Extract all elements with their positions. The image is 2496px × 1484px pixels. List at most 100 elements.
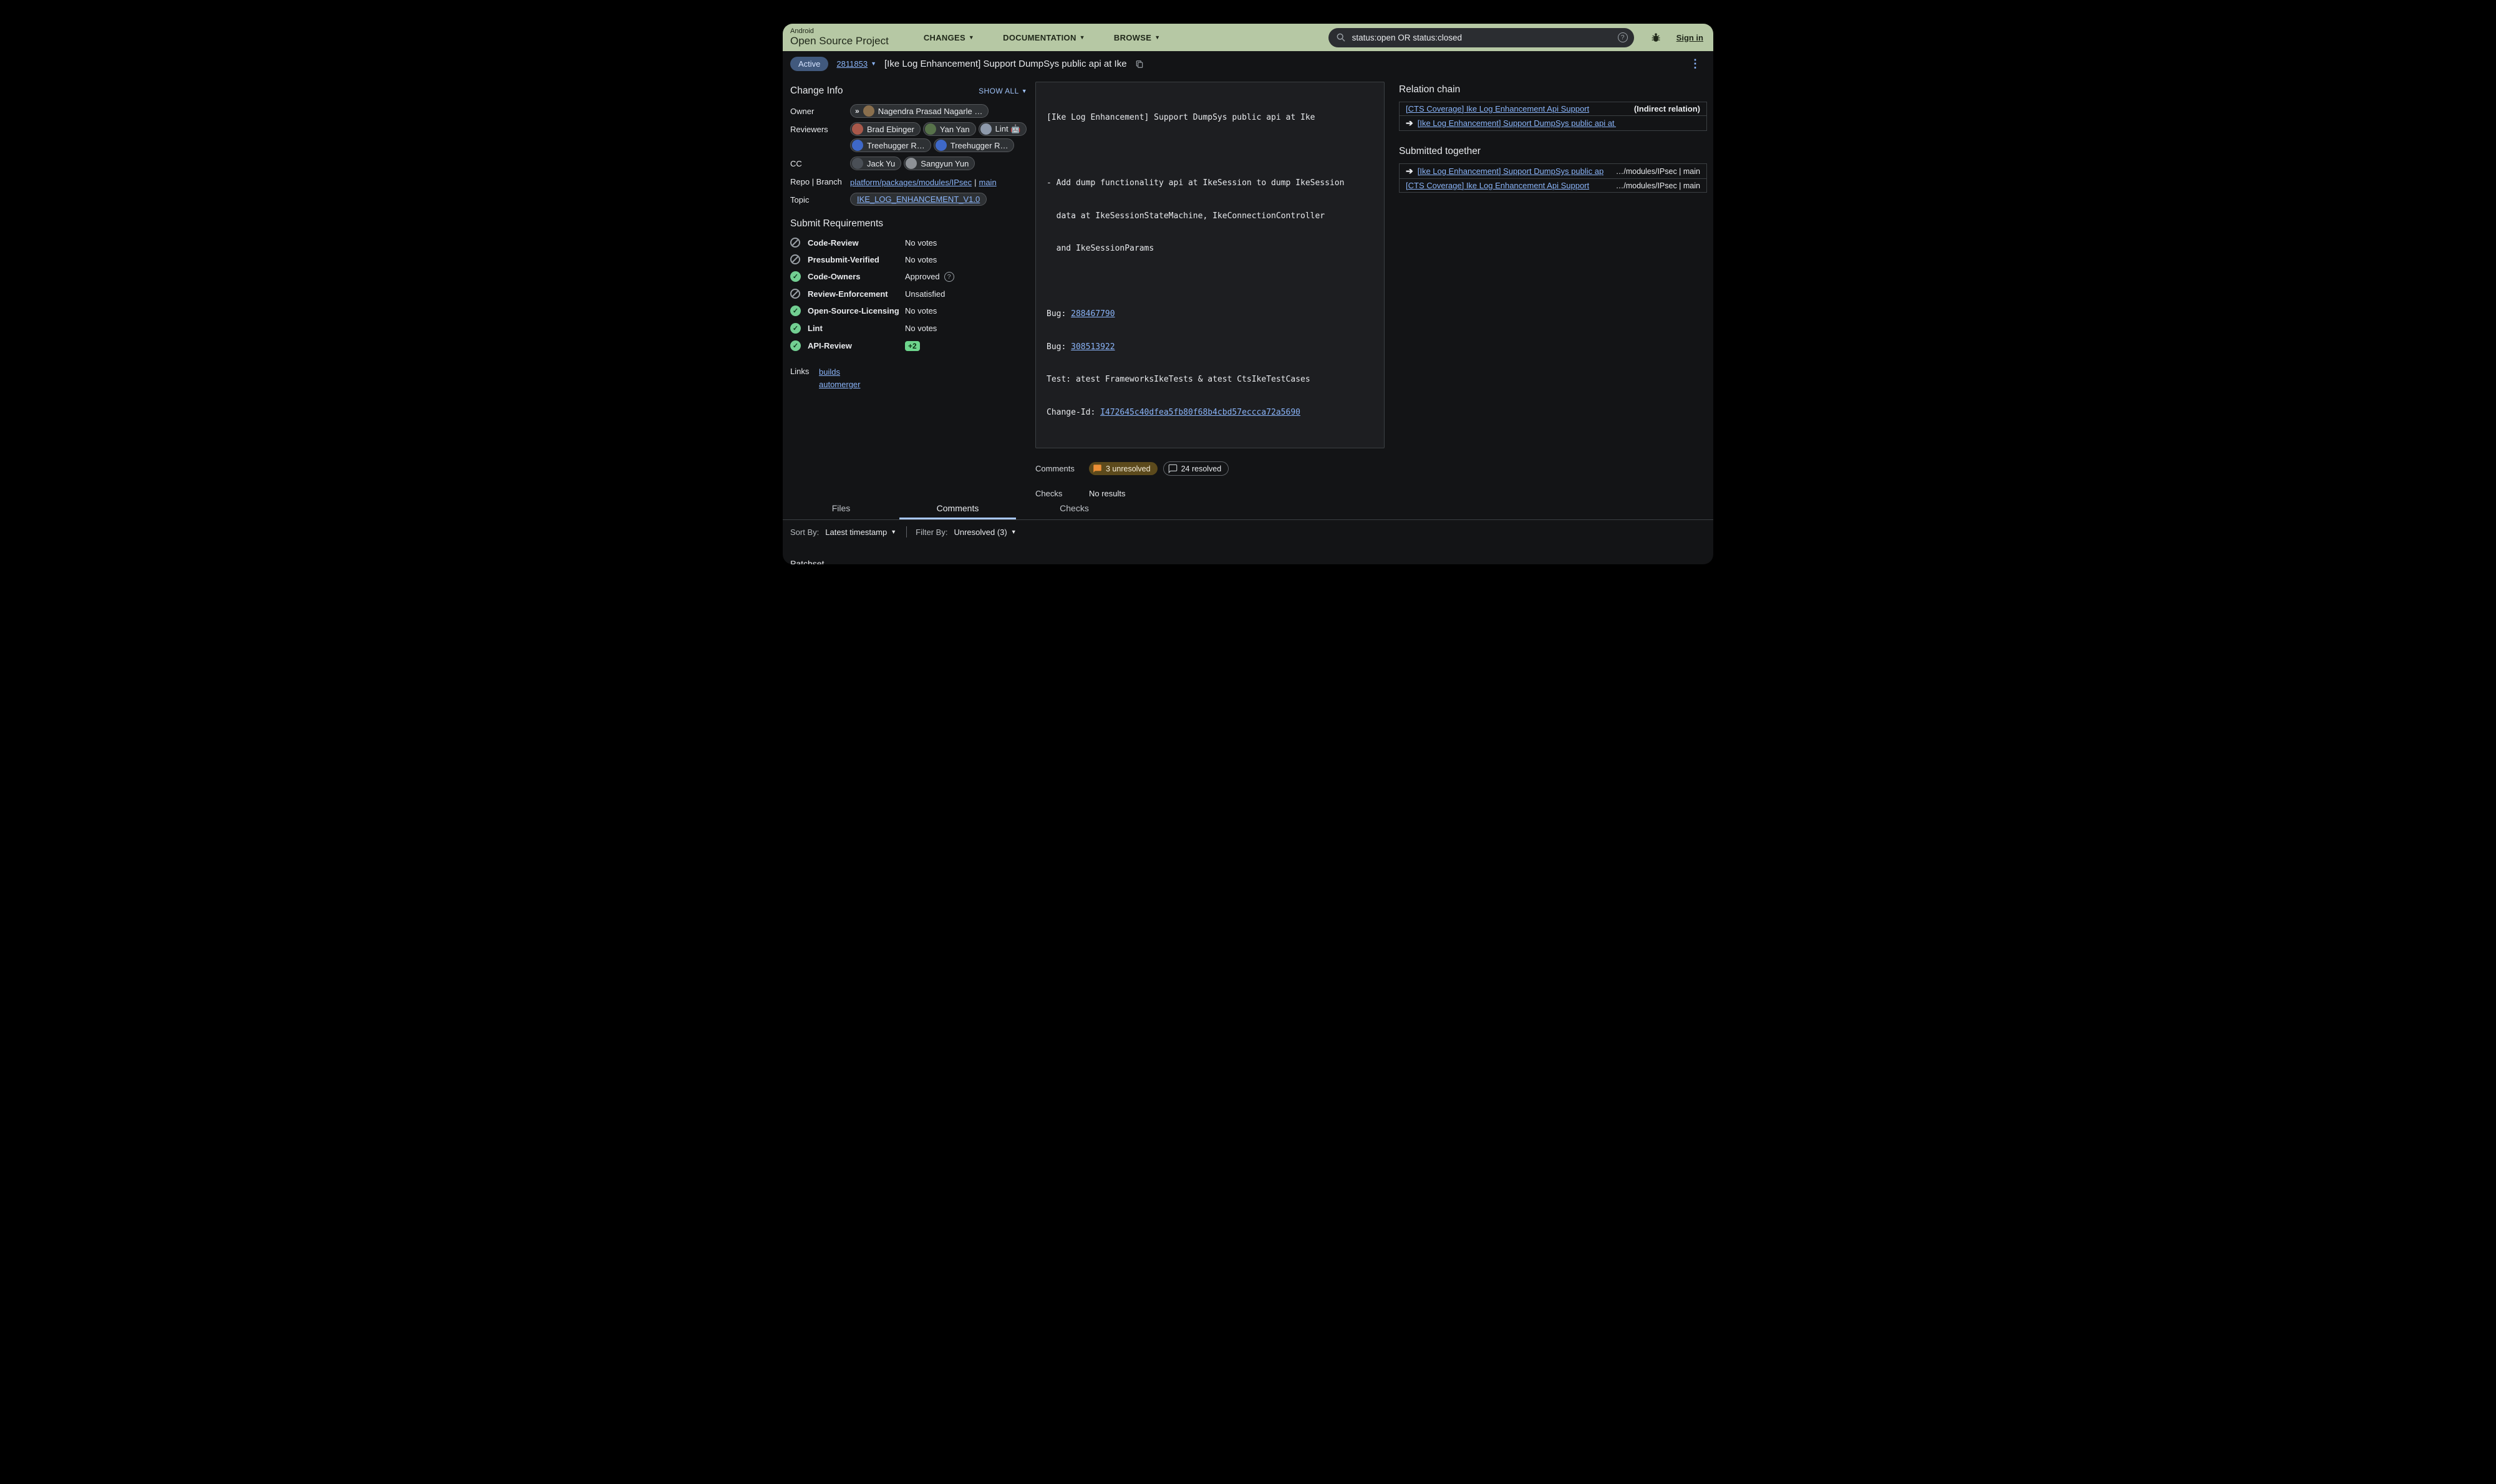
- requirement-row[interactable]: Open-Source-Licensing No votes: [790, 306, 1027, 316]
- nav-browse-label: BROWSE: [1114, 33, 1151, 42]
- resolved-comments-chip[interactable]: 24 resolved: [1163, 461, 1229, 476]
- requirement-status: Approved: [905, 272, 940, 281]
- change-view-main: Change Info SHOW ALL ▼ Owner » Nagendra …: [783, 77, 1713, 498]
- unresolved-chat-icon: [1093, 464, 1102, 473]
- blocked-icon: [790, 254, 800, 264]
- current-change-link[interactable]: [Ike Log Enhancement] Support DumpSys pu…: [1418, 118, 1616, 128]
- bug-link[interactable]: 288467790: [1071, 309, 1115, 319]
- nav-changes[interactable]: CHANGES ▼: [924, 33, 974, 42]
- bug-link[interactable]: 308513922: [1071, 342, 1115, 352]
- reviewer-chip[interactable]: Yan Yan: [923, 122, 976, 136]
- avatar: [925, 123, 936, 135]
- branch-link[interactable]: main: [979, 178, 997, 187]
- main-nav: CHANGES ▼ DOCUMENTATION ▼ BROWSE ▼: [924, 33, 1161, 42]
- resolved-chat-icon: [1168, 464, 1178, 473]
- links-section: Links builds automerger: [790, 366, 1027, 391]
- tab-comments[interactable]: Comments: [899, 498, 1016, 519]
- automerger-link[interactable]: automerger: [819, 378, 860, 391]
- owner-chip[interactable]: » Nagendra Prasad Nagarle …: [850, 104, 989, 118]
- related-change-link[interactable]: [CTS Coverage] Ike Log Enhancement Api S…: [1406, 104, 1589, 113]
- avatar: [906, 158, 917, 169]
- cc-chip[interactable]: Jack Yu: [850, 157, 901, 170]
- requirement-row[interactable]: Lint No votes: [790, 323, 1027, 334]
- submitted-together-row-current: ➔ [Ike Log Enhancement] Support DumpSys …: [1400, 164, 1706, 178]
- requirement-status: No votes: [905, 306, 937, 316]
- reviewer-chip[interactable]: Brad Ebinger: [850, 122, 921, 136]
- nav-browse[interactable]: BROWSE ▼: [1114, 33, 1161, 42]
- cc-label: CC: [790, 157, 850, 170]
- checks-summary-row: Checks No results: [1035, 489, 1385, 498]
- change-info-heading: Change Info: [790, 85, 843, 97]
- current-change-arrow-icon: ➔: [1406, 166, 1413, 176]
- bug-label: Bug:: [1047, 342, 1071, 352]
- chevron-down-icon: ▼: [969, 35, 974, 41]
- filter-dropdown[interactable]: Unresolved (3) ▼: [954, 528, 1016, 537]
- change-number-link[interactable]: 2811853: [836, 59, 868, 69]
- bug-report-icon[interactable]: [1650, 32, 1662, 43]
- repo-link[interactable]: platform/packages/modules/IPsec: [850, 178, 972, 187]
- search-bar[interactable]: ?: [1328, 28, 1634, 47]
- submitted-together-link[interactable]: [Ike Log Enhancement] Support DumpSys pu…: [1418, 166, 1604, 176]
- tab-bar: Files Comments Checks: [783, 498, 1713, 520]
- requirement-row[interactable]: Code-Review No votes: [790, 238, 1027, 248]
- requirement-label: Review-Enforcement: [808, 289, 905, 299]
- comments-toolbar: Sort By: Latest timestamp ▼ Filter By: U…: [783, 520, 1713, 542]
- gerrit-window: Android Open Source Project CHANGES ▼ DO…: [783, 24, 1713, 564]
- unresolved-count: 3 unresolved: [1106, 465, 1151, 473]
- reviewer-chip[interactable]: Treehugger R…: [934, 138, 1015, 152]
- submitted-together-repo: …/modules/IPsec | main: [1610, 167, 1700, 176]
- requirement-row[interactable]: Presubmit-Verified No votes: [790, 254, 1027, 264]
- check-circle-icon: [790, 323, 801, 334]
- change-header: Active 2811853 ▼ [Ike Log Enhancement] S…: [783, 51, 1713, 77]
- chevron-down-icon: ▼: [1022, 89, 1027, 94]
- vote-chip[interactable]: +2: [905, 341, 920, 351]
- requirement-row[interactable]: Code-Owners Approved ?: [790, 271, 1027, 282]
- requirement-label: API-Review: [808, 341, 905, 350]
- tab-checks[interactable]: Checks: [1016, 498, 1133, 519]
- nav-documentation[interactable]: DOCUMENTATION ▼: [1003, 33, 1085, 42]
- requirement-label: Presubmit-Verified: [808, 255, 905, 264]
- requirement-status: No votes: [905, 238, 937, 248]
- desktop-background: Android Open Source Project CHANGES ▼ DO…: [759, 0, 1737, 581]
- change-id-link[interactable]: I472645c40dfea5fb80f68b4cbd57eccca72a569…: [1100, 408, 1300, 417]
- requirement-row[interactable]: API-Review +2: [790, 340, 1027, 351]
- sort-by-label: Sort By:: [790, 528, 819, 537]
- unresolved-comments-chip[interactable]: 3 unresolved: [1089, 462, 1158, 475]
- cc-chip[interactable]: Sangyun Yun: [904, 157, 975, 170]
- requirement-row[interactable]: Review-Enforcement Unsatisfied: [790, 289, 1027, 299]
- copy-icon[interactable]: [1135, 59, 1144, 69]
- resolved-count: 24 resolved: [1181, 465, 1222, 473]
- builds-link[interactable]: builds: [819, 366, 860, 378]
- chevron-down-icon: ▼: [871, 61, 876, 67]
- change-number-dropdown[interactable]: 2811853 ▼: [836, 59, 876, 69]
- search-input[interactable]: [1351, 32, 1618, 43]
- nav-changes-label: CHANGES: [924, 33, 965, 42]
- brand-line2: Open Source Project: [790, 36, 889, 47]
- search-help-icon[interactable]: ?: [1618, 32, 1628, 42]
- brand-logo[interactable]: Android Open Source Project: [790, 28, 889, 46]
- topic-chip[interactable]: IKE_LOG_ENHANCEMENT_V1.0: [850, 193, 987, 206]
- requirement-label: Open-Source-Licensing: [808, 306, 905, 316]
- help-icon[interactable]: ?: [944, 272, 954, 282]
- submitted-together-row: [CTS Coverage] Ike Log Enhancement Api S…: [1400, 178, 1706, 192]
- sort-dropdown[interactable]: Latest timestamp ▼: [825, 528, 896, 537]
- app-header: Android Open Source Project CHANGES ▼ DO…: [783, 24, 1713, 51]
- owner-name: Nagendra Prasad Nagarle …: [878, 107, 983, 116]
- submitted-together-link[interactable]: [CTS Coverage] Ike Log Enhancement Api S…: [1406, 181, 1589, 190]
- overflow-menu-icon[interactable]: ⋮: [1687, 57, 1703, 70]
- topic-link[interactable]: IKE_LOG_ENHANCEMENT_V1.0: [857, 195, 980, 204]
- show-all-button[interactable]: SHOW ALL ▼: [979, 87, 1027, 95]
- owner-row: Owner » Nagendra Prasad Nagarle …: [790, 104, 1027, 118]
- toolbar-divider: [906, 526, 907, 537]
- change-id-label: Change-Id:: [1047, 408, 1100, 417]
- checks-summary-value: No results: [1089, 489, 1126, 498]
- reviewer-chip[interactable]: Lint 🤖: [979, 122, 1027, 136]
- sign-in-link[interactable]: Sign in: [1676, 33, 1703, 42]
- cc-name: Sangyun Yun: [921, 159, 969, 168]
- chevron-down-icon: ▼: [1154, 35, 1160, 41]
- tab-files[interactable]: Files: [783, 498, 899, 519]
- reviewer-chip[interactable]: Treehugger R…: [850, 138, 931, 152]
- reviewers-label: Reviewers: [790, 122, 850, 152]
- metadata-column: Change Info SHOW ALL ▼ Owner » Nagendra …: [790, 82, 1027, 391]
- checks-summary-label: Checks: [1035, 489, 1089, 498]
